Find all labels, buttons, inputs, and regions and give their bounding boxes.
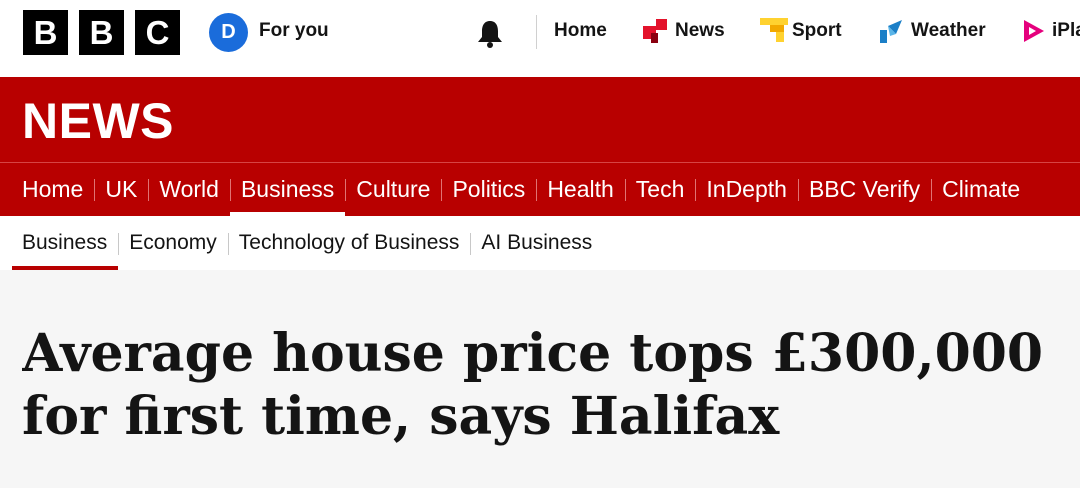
nav-business[interactable]: Business: [229, 163, 346, 216]
global-nav-news[interactable]: News: [675, 20, 725, 42]
news-primary-nav: Home UK World Business Culture Politics …: [0, 163, 1080, 216]
global-nav-iplayer[interactable]: iPla: [1052, 20, 1080, 42]
bbc-logo-b1[interactable]: B: [23, 10, 68, 55]
nav-indepth[interactable]: InDepth: [695, 163, 798, 216]
notifications-bell-icon[interactable]: [472, 15, 508, 51]
global-header: B B C D For you Home News Sport Weather …: [0, 0, 1080, 77]
nav-world[interactable]: World: [148, 163, 230, 216]
nav-politics[interactable]: Politics: [441, 163, 536, 216]
for-you-link[interactable]: For you: [259, 20, 329, 42]
subnav-technology-of-business[interactable]: Technology of Business: [227, 216, 471, 270]
global-nav-home[interactable]: Home: [554, 20, 607, 42]
news-logo[interactable]: NEWS: [22, 92, 174, 150]
headline-line-2: for first time, says Halifax: [22, 386, 780, 447]
news-icon: [643, 19, 667, 43]
global-nav-weather[interactable]: Weather: [911, 20, 986, 42]
bbc-logo-c[interactable]: C: [135, 10, 180, 55]
nav-bbc-verify[interactable]: BBC Verify: [797, 163, 931, 216]
account-avatar[interactable]: D: [209, 13, 248, 52]
header-divider: [536, 15, 537, 49]
article-headline: Average house price tops £300,000 for fi…: [22, 322, 1080, 448]
subnav-economy[interactable]: Economy: [118, 216, 228, 270]
nav-climate[interactable]: Climate: [931, 163, 1031, 216]
nav-tech[interactable]: Tech: [624, 163, 696, 216]
global-nav-sport[interactable]: Sport: [792, 20, 842, 42]
headline-line-1: Average house price tops £300,000: [22, 323, 1044, 384]
nav-uk[interactable]: UK: [94, 163, 148, 216]
nav-health[interactable]: Health: [536, 163, 624, 216]
sport-icon: [760, 18, 788, 42]
subnav-ai-business[interactable]: AI Business: [470, 216, 603, 270]
business-secondary-nav: Business Economy Technology of Business …: [0, 216, 1080, 270]
subnav-business[interactable]: Business: [0, 216, 119, 270]
iplayer-icon: [1024, 20, 1044, 42]
bbc-logo-b2[interactable]: B: [79, 10, 124, 55]
nav-culture[interactable]: Culture: [345, 163, 441, 216]
weather-icon: [880, 20, 902, 43]
nav-home[interactable]: Home: [0, 163, 94, 216]
